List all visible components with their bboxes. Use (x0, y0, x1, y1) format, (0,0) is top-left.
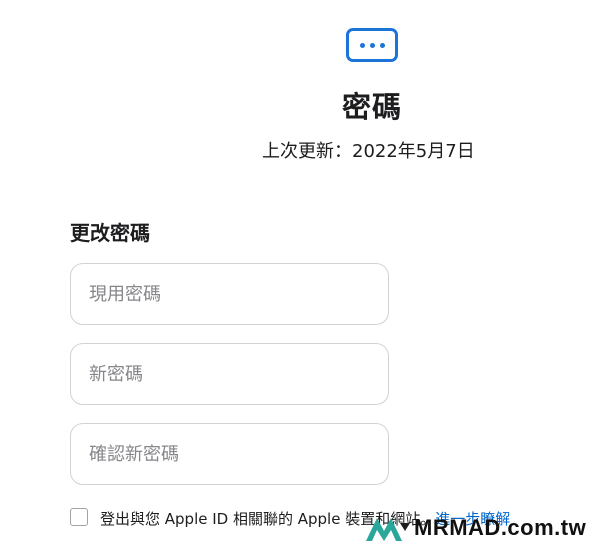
password-dots-icon (346, 28, 398, 62)
page-title: 密碼 (341, 90, 402, 124)
watermark: MRMAD.com.tw (366, 515, 586, 541)
dot (359, 42, 365, 48)
confirm-password-field[interactable] (70, 423, 389, 485)
current-password-input[interactable] (71, 264, 388, 324)
watermark-text: MRMAD.com.tw (414, 515, 587, 540)
sign-out-devices-checkbox[interactable] (70, 508, 88, 526)
mrmad-logo-icon (366, 518, 410, 541)
current-password-field[interactable] (70, 263, 389, 325)
new-password-input[interactable] (71, 344, 388, 404)
new-password-field[interactable] (70, 343, 389, 405)
dot (379, 42, 385, 48)
change-password-heading: 更改密碼 (70, 221, 150, 245)
last-updated-text: 上次更新：2022年5月7日 (262, 141, 475, 162)
dot (369, 42, 375, 48)
confirm-password-input[interactable] (71, 424, 388, 484)
